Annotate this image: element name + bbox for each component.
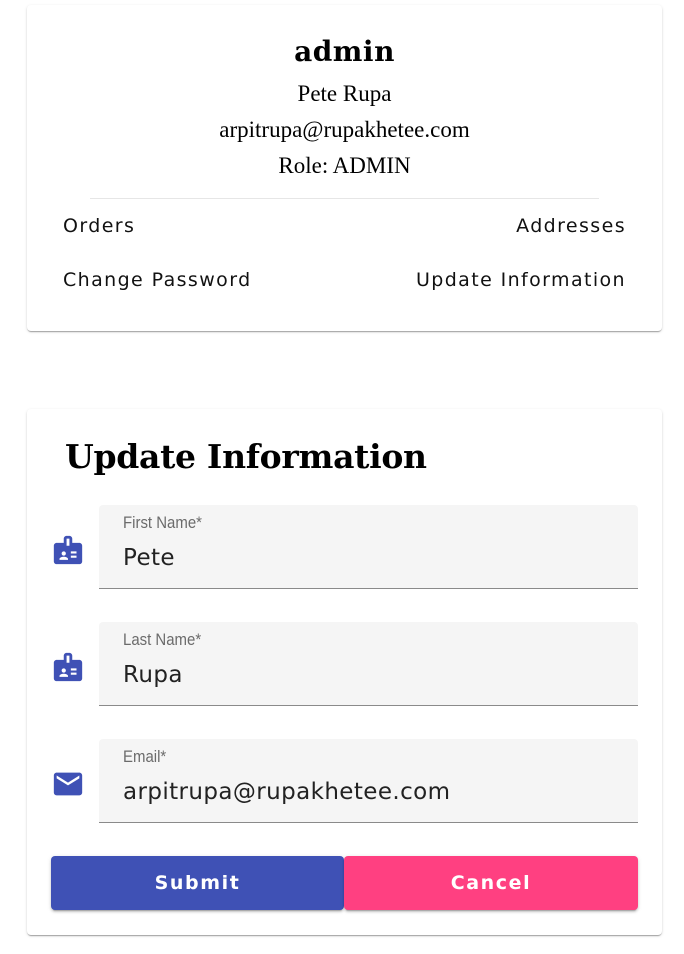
email-label: Email* [123, 747, 167, 766]
last-name-field[interactable]: Last Name* [99, 622, 638, 706]
first-name-label: First Name* [123, 513, 202, 532]
email-input[interactable] [123, 775, 622, 809]
change-password-link[interactable]: Change Password [63, 269, 252, 291]
badge-icon [51, 533, 85, 567]
last-name-row: Last Name* [27, 622, 662, 706]
cancel-button[interactable]: Cancel [344, 856, 638, 910]
first-name-input[interactable] [123, 541, 622, 575]
update-information-card: Update Information First Name* Last Name… [27, 409, 662, 935]
submit-button[interactable]: Submit [51, 856, 344, 910]
first-name-row: First Name* [27, 505, 662, 589]
profile-full-name: Pete Rupa [297, 81, 392, 106]
last-name-input[interactable] [123, 658, 622, 692]
email-field[interactable]: Email* [99, 739, 638, 823]
profile-email: arpitrupa@rupakhetee.com [219, 117, 470, 142]
profile-divider [90, 198, 599, 199]
mail-icon [51, 767, 85, 801]
email-row: Email* [27, 739, 662, 823]
form-title: Update Information [65, 437, 427, 476]
badge-icon [51, 650, 85, 684]
profile-card: admin Pete Rupa arpitrupa@rupakhetee.com… [27, 5, 662, 331]
profile-role: Role: ADMIN [278, 153, 411, 178]
addresses-link[interactable]: Addresses [516, 215, 626, 237]
update-information-link[interactable]: Update Information [416, 269, 626, 291]
last-name-label: Last Name* [123, 630, 202, 649]
orders-link[interactable]: Orders [63, 215, 135, 237]
profile-username: admin [294, 35, 395, 68]
first-name-field[interactable]: First Name* [99, 505, 638, 589]
